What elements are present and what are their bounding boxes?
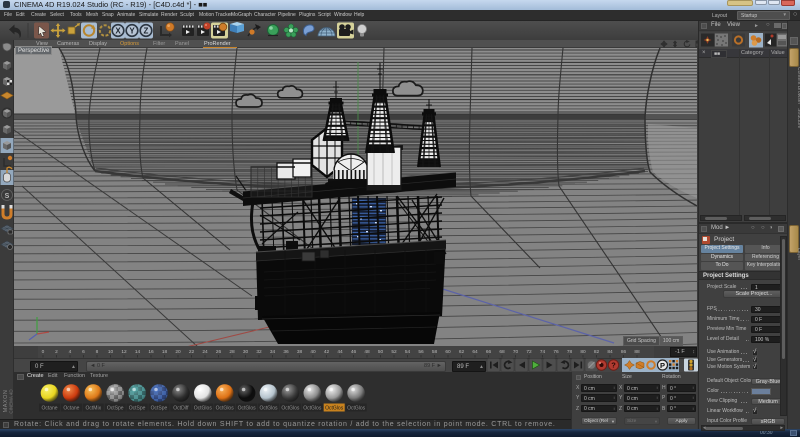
svg-text:OctSpe: OctSpe xyxy=(107,406,124,412)
svg-text:2: 2 xyxy=(55,349,58,355)
svg-text:X: X xyxy=(115,26,121,35)
svg-text:36: 36 xyxy=(283,349,289,355)
svg-text:66: 66 xyxy=(486,349,492,355)
svg-text:Y: Y xyxy=(129,26,135,35)
svg-text:42: 42 xyxy=(324,349,330,355)
svg-text:80: 80 xyxy=(580,349,586,355)
svg-text:82: 82 xyxy=(594,349,600,355)
svg-text:OctSpe: OctSpe xyxy=(151,406,168,412)
svg-text:18: 18 xyxy=(162,349,168,355)
svg-text:28: 28 xyxy=(229,349,235,355)
svg-text:S: S xyxy=(5,193,10,200)
svg-text:78: 78 xyxy=(567,349,573,355)
svg-text:72: 72 xyxy=(526,349,532,355)
svg-text:Octane: Octane xyxy=(41,406,57,412)
svg-text:12: 12 xyxy=(121,349,127,355)
svg-text:68: 68 xyxy=(499,349,505,355)
svg-text:OctGlos: OctGlos xyxy=(281,406,300,412)
svg-text:86: 86 xyxy=(621,349,627,355)
svg-text:44: 44 xyxy=(337,349,343,355)
svg-text:70: 70 xyxy=(513,349,519,355)
svg-text:88: 88 xyxy=(634,349,640,355)
svg-text:22: 22 xyxy=(189,349,195,355)
svg-text:OctGlos: OctGlos xyxy=(259,406,278,412)
svg-text:OctMix: OctMix xyxy=(86,406,102,412)
svg-text:50: 50 xyxy=(378,349,384,355)
svg-text:OctGlos: OctGlos xyxy=(216,406,235,412)
svg-text:52: 52 xyxy=(391,349,397,355)
svg-text:14: 14 xyxy=(135,349,141,355)
svg-text:76: 76 xyxy=(553,349,559,355)
svg-text:OctGlos: OctGlos xyxy=(347,406,366,412)
svg-text:?: ? xyxy=(611,361,616,370)
svg-text:OctGlos: OctGlos xyxy=(194,406,213,412)
svg-text:84: 84 xyxy=(607,349,613,355)
svg-text:32: 32 xyxy=(256,349,262,355)
svg-text:OctGlos: OctGlos xyxy=(325,406,344,412)
svg-text:56: 56 xyxy=(418,349,424,355)
svg-text:34: 34 xyxy=(270,349,276,355)
svg-text:OctGlos: OctGlos xyxy=(303,406,322,412)
svg-text:OctSpe: OctSpe xyxy=(129,406,146,412)
svg-text:64: 64 xyxy=(472,349,478,355)
svg-text:16: 16 xyxy=(148,349,154,355)
svg-text:40: 40 xyxy=(310,349,316,355)
svg-text:62: 62 xyxy=(459,349,465,355)
svg-text:54: 54 xyxy=(405,349,411,355)
svg-text:46: 46 xyxy=(351,349,357,355)
svg-text:OctGlos: OctGlos xyxy=(238,406,257,412)
svg-text:6: 6 xyxy=(82,349,85,355)
svg-text:Octane: Octane xyxy=(63,406,79,412)
svg-text:4: 4 xyxy=(69,349,72,355)
svg-text:26: 26 xyxy=(216,349,222,355)
svg-text:P: P xyxy=(660,361,665,370)
svg-text:10: 10 xyxy=(108,349,114,355)
svg-text:58: 58 xyxy=(432,349,438,355)
svg-text:OctDiff: OctDiff xyxy=(173,406,189,412)
svg-text:0: 0 xyxy=(42,349,45,355)
svg-text:60: 60 xyxy=(445,349,451,355)
svg-text:20: 20 xyxy=(175,349,181,355)
svg-text:74: 74 xyxy=(540,349,546,355)
svg-text:48: 48 xyxy=(364,349,370,355)
svg-text:Z: Z xyxy=(144,26,149,35)
svg-text:24: 24 xyxy=(202,349,208,355)
svg-text:38: 38 xyxy=(297,349,303,355)
svg-text:30: 30 xyxy=(243,349,249,355)
svg-text:8: 8 xyxy=(96,349,99,355)
